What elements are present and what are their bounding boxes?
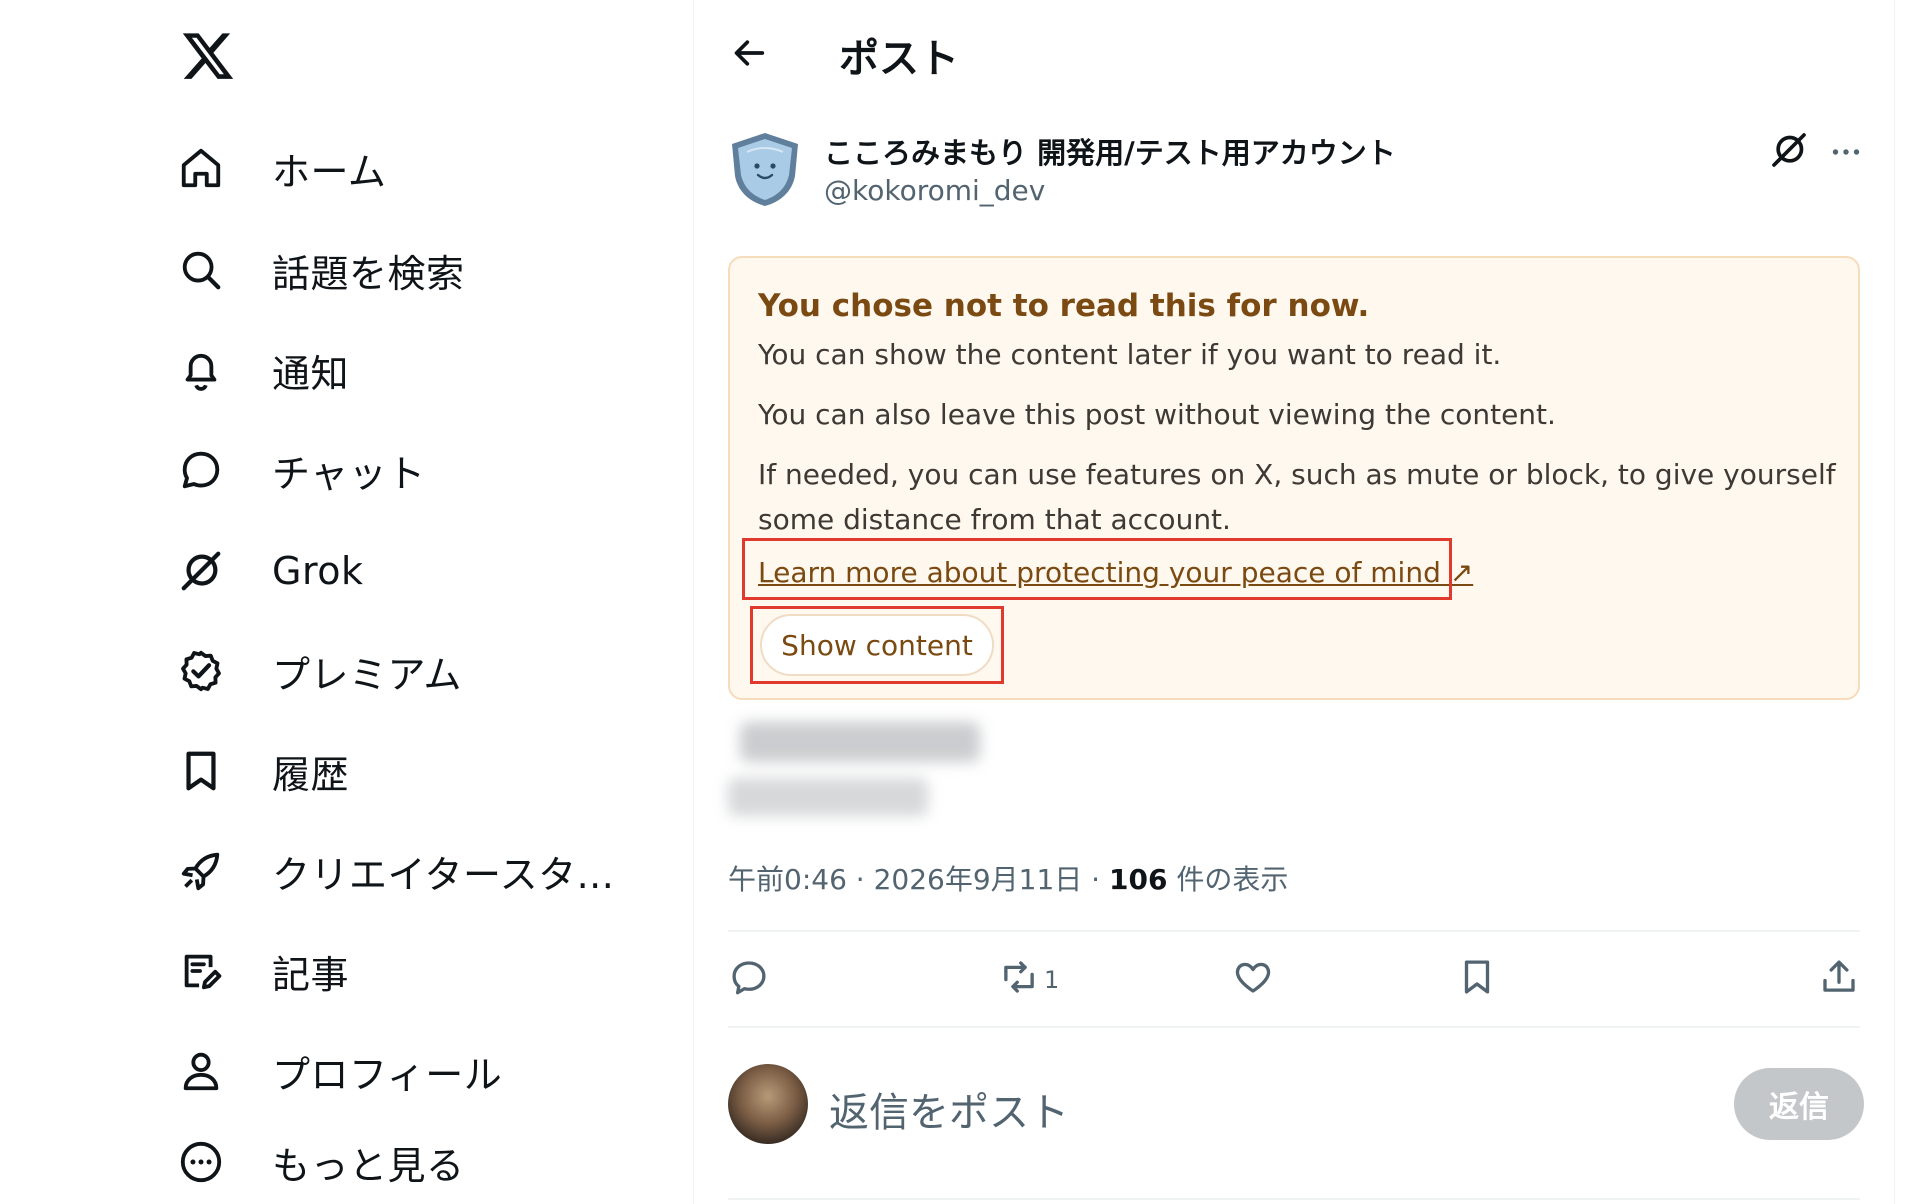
home-icon — [176, 143, 226, 193]
sidebar-item-label: 履歴 — [272, 752, 350, 797]
share-icon — [1818, 956, 1860, 1004]
reply-submit-button[interactable]: 返信 — [1734, 1068, 1864, 1140]
sidebar-item-label: 記事 — [272, 952, 350, 997]
post-actions: 1 — [728, 950, 1860, 1010]
sidebar-item-label: プレミアム — [272, 652, 462, 697]
highlight-box — [742, 538, 1452, 600]
repost-icon — [998, 956, 1040, 1004]
share-button[interactable] — [1818, 950, 1860, 1010]
grok-icon — [176, 546, 226, 596]
display-name[interactable]: こころみまもり 開発用/テスト用アカウント — [824, 130, 1396, 172]
like-button[interactable] — [1232, 950, 1274, 1010]
chat-icon — [176, 445, 226, 495]
avatar[interactable] — [728, 1064, 808, 1144]
search-icon — [176, 245, 226, 295]
repost-count: 1 — [1044, 966, 1060, 994]
verified-badge-icon — [176, 646, 226, 696]
warning-text: You can show the content later if you wa… — [758, 338, 1502, 371]
content-warning-card: You chose not to read this for now. You … — [728, 256, 1860, 700]
sidebar-item-home[interactable]: ホーム — [176, 126, 386, 210]
more-circle-icon — [176, 1137, 226, 1187]
main-column: ポスト こころみまもり 開発用/テスト用アカウント @kokoromi_dev … — [694, 0, 1894, 1204]
bookmark-icon — [1456, 956, 1498, 1004]
article-icon — [176, 946, 226, 996]
sidebar-item-more[interactable]: もっと見る — [176, 1120, 465, 1204]
grok-icon[interactable] — [1769, 130, 1813, 174]
highlight-box — [750, 606, 1004, 684]
bookmark-icon — [176, 746, 226, 796]
sidebar-item-history[interactable]: 履歴 — [176, 729, 349, 813]
heart-icon — [1232, 956, 1274, 1004]
page-title: ポスト — [839, 36, 959, 82]
view-label: 件の表示 — [1167, 863, 1289, 896]
divider — [728, 1026, 1860, 1028]
blurred-post-text — [740, 722, 980, 762]
sidebar-item-label: Grok — [272, 549, 364, 593]
sidebar-item-creator-studio[interactable]: クリエイタースタ... — [176, 829, 614, 913]
sidebar-item-label: ホーム — [272, 149, 387, 194]
bell-icon — [176, 345, 226, 395]
sidebar: ホーム 話題を検索 通知 チャット Grok プレミアム 履歴 クリエイタースタ… — [0, 0, 694, 1204]
bookmark-button[interactable] — [1456, 950, 1498, 1010]
post-metadata: 午前0:46 · 2026年9月11日 · 106 件の表示 — [728, 858, 1288, 898]
reply-button[interactable] — [728, 950, 770, 1010]
sidebar-item-profile[interactable]: プロフィール — [176, 1029, 502, 1113]
reply-icon — [728, 956, 770, 1004]
sidebar-item-label: チャット — [272, 451, 426, 496]
post-timestamp[interactable]: 午前0:46 · 2026年9月11日 · — [728, 863, 1109, 896]
person-icon — [176, 1046, 226, 1096]
warning-text: You can also leave this post without vie… — [758, 398, 1556, 431]
sidebar-item-explore[interactable]: 話題を検索 — [176, 228, 465, 312]
x-logo-icon[interactable] — [180, 28, 236, 84]
sidebar-item-notifications[interactable]: 通知 — [176, 328, 349, 412]
sidebar-item-label: 話題を検索 — [272, 251, 465, 296]
view-count: 106 — [1108, 863, 1168, 896]
warning-text: If needed, you can use features on X, su… — [758, 458, 1836, 536]
user-handle[interactable]: @kokoromi_dev — [824, 174, 1045, 207]
back-arrow-icon[interactable] — [724, 28, 774, 78]
sidebar-item-articles[interactable]: 記事 — [176, 929, 349, 1013]
sidebar-item-grok[interactable]: Grok — [176, 529, 364, 613]
rocket-icon — [176, 846, 226, 896]
divider — [728, 1198, 1860, 1200]
sidebar-item-chat[interactable]: チャット — [176, 428, 426, 512]
sidebar-item-premium[interactable]: プレミアム — [176, 629, 462, 713]
more-options-icon[interactable] — [1824, 130, 1868, 174]
warning-title: You chose not to read this for now. — [758, 288, 1370, 324]
reply-input[interactable]: 返信をポスト — [829, 1080, 1069, 1138]
avatar[interactable] — [728, 130, 802, 208]
sidebar-item-label: 通知 — [272, 351, 350, 396]
repost-button[interactable]: 1 — [998, 950, 1059, 1010]
sidebar-item-label: クリエイタースタ... — [272, 852, 615, 897]
divider — [728, 930, 1860, 932]
sidebar-item-label: プロフィール — [272, 1052, 503, 1097]
sidebar-item-label: もっと見る — [272, 1143, 465, 1188]
blurred-post-text — [728, 778, 928, 816]
column-divider — [1894, 0, 1895, 1204]
